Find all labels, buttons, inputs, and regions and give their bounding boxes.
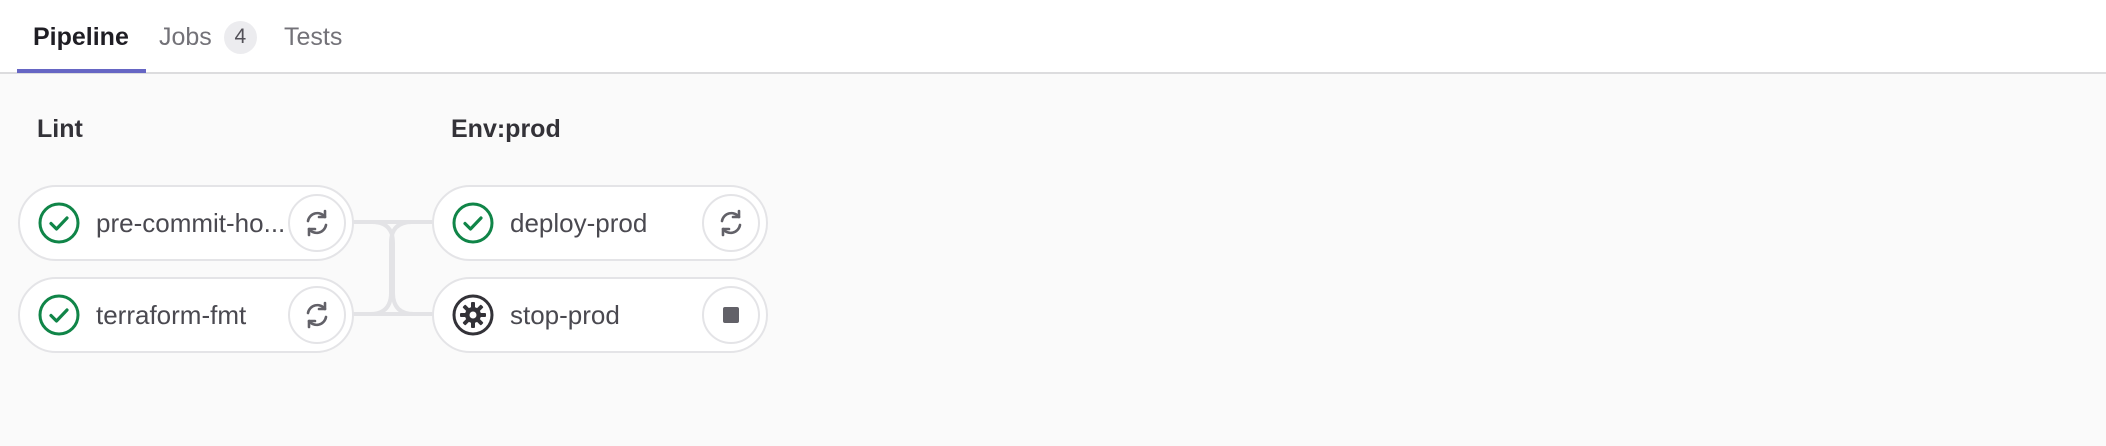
tab-pipeline[interactable]: Pipeline: [33, 0, 129, 74]
check-circle-icon: [38, 294, 80, 336]
tab-tests[interactable]: Tests: [284, 0, 342, 74]
retry-button[interactable]: [702, 194, 760, 252]
stage-title-env-prod: Env:prod: [451, 115, 561, 143]
stage-title-lint: Lint: [37, 115, 83, 143]
stop-icon: [723, 307, 739, 323]
retry-button[interactable]: [288, 286, 346, 344]
tab-tests-label: Tests: [284, 22, 343, 51]
job-deploy-prod[interactable]: deploy-prod: [432, 185, 768, 261]
pipeline-graph: Lint pre-commit-ho... terraform-fmt Env:…: [0, 74, 2106, 446]
job-name: terraform-fmt: [96, 300, 247, 330]
tab-pipeline-label: Pipeline: [33, 22, 129, 51]
active-tab-indicator: [17, 69, 146, 73]
pipeline-tabs: Pipeline Jobs 4 Tests: [0, 0, 2106, 74]
retry-icon: [306, 301, 328, 329]
job-pre-commit-hooks[interactable]: pre-commit-ho...: [18, 185, 354, 261]
job-name: pre-commit-ho...: [96, 208, 286, 238]
jobs-count-badge: 4: [223, 20, 257, 54]
job-stop-prod[interactable]: stop-prod: [432, 277, 768, 353]
check-circle-icon: [38, 202, 80, 244]
retry-button[interactable]: [288, 194, 346, 252]
retry-icon: [720, 209, 742, 237]
tab-jobs[interactable]: Jobs 4: [159, 0, 257, 74]
tab-jobs-label: Jobs: [159, 22, 212, 51]
stop-button[interactable]: [702, 286, 760, 344]
gear-icon: [452, 294, 494, 336]
job-name: deploy-prod: [510, 208, 648, 238]
retry-icon: [306, 209, 328, 237]
job-name: stop-prod: [510, 300, 620, 330]
job-terraform-fmt[interactable]: terraform-fmt: [18, 277, 354, 353]
check-circle-icon: [452, 202, 494, 244]
